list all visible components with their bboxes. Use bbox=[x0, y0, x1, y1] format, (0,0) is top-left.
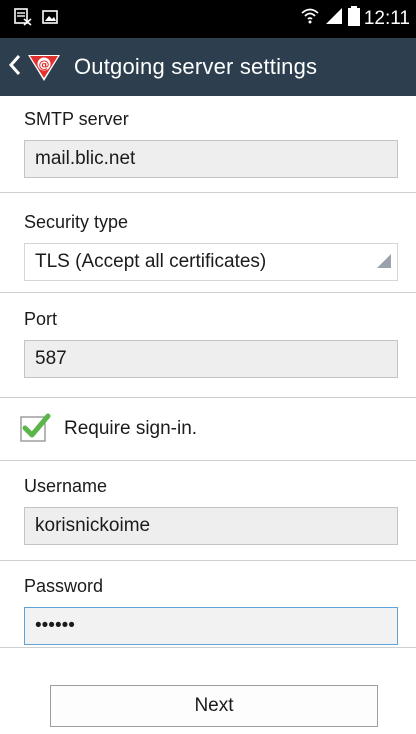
security-type-value: TLS (Accept all certificates) bbox=[35, 251, 267, 272]
wifi-icon bbox=[300, 7, 320, 31]
port-label: Port bbox=[24, 309, 58, 329]
battery-icon bbox=[347, 6, 360, 32]
username-input[interactable]: korisnickoime bbox=[24, 507, 398, 545]
password-input[interactable]: •••••• bbox=[24, 607, 398, 645]
security-type-section: Security type TLS (Accept all certificat… bbox=[0, 193, 416, 292]
smtp-server-label: SMTP server bbox=[24, 109, 129, 129]
image-icon bbox=[42, 9, 58, 29]
port-input[interactable]: 587 bbox=[24, 340, 398, 378]
require-signin-label: Require sign-in. bbox=[64, 418, 198, 439]
notification-icon bbox=[14, 7, 32, 31]
password-label: Password bbox=[24, 576, 104, 596]
security-type-select[interactable]: TLS (Accept all certificates) bbox=[24, 243, 398, 281]
username-section: Username korisnickoime bbox=[0, 461, 416, 560]
status-time: 12:11 bbox=[363, 8, 410, 29]
status-bar: 12:11 bbox=[0, 0, 416, 38]
password-section: Password •••••• bbox=[0, 561, 416, 647]
security-type-label: Security type bbox=[24, 212, 129, 232]
signal-icon bbox=[324, 7, 344, 31]
username-label: Username bbox=[24, 476, 108, 496]
chevron-left-icon bbox=[8, 54, 22, 81]
smtp-server-section: SMTP server mail.blic.net bbox=[0, 96, 416, 192]
checkbox-checked-icon[interactable] bbox=[20, 412, 52, 447]
require-signin-row[interactable]: Require sign-in. bbox=[0, 398, 416, 460]
back-button[interactable]: @ bbox=[8, 47, 62, 88]
smtp-server-input[interactable]: mail.blic.net bbox=[24, 140, 398, 178]
dropdown-arrow-icon bbox=[377, 252, 391, 274]
action-bar: @ Outgoing server settings bbox=[0, 38, 416, 96]
svg-text:@: @ bbox=[39, 58, 50, 71]
port-section: Port 587 bbox=[0, 293, 416, 397]
email-app-icon: @ bbox=[26, 47, 62, 88]
divider bbox=[0, 647, 416, 648]
page-title: Outgoing server settings bbox=[74, 54, 318, 79]
next-button[interactable]: Next bbox=[50, 685, 378, 727]
